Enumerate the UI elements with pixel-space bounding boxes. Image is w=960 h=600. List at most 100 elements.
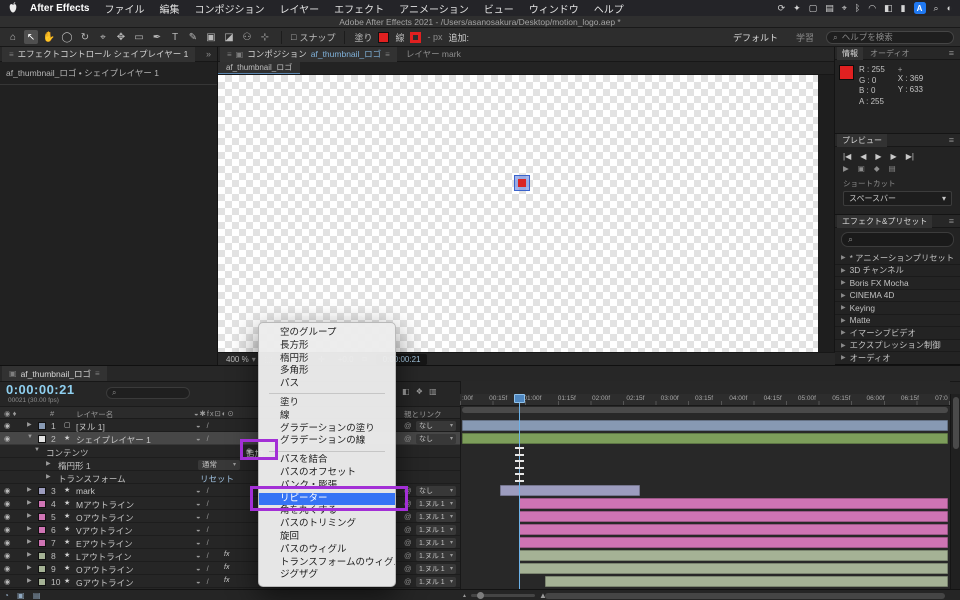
label-color-chip[interactable]	[38, 513, 46, 521]
label-color-chip[interactable]	[38, 552, 46, 560]
menu-item[interactable]: 塗り	[259, 397, 395, 410]
eye-icon[interactable]: ◉	[4, 512, 11, 521]
current-timecode[interactable]: 0:00:00:21	[6, 382, 75, 397]
twirl-icon[interactable]: ▶	[46, 473, 51, 480]
scrollbar-thumb[interactable]	[953, 397, 959, 449]
menu-item[interactable]: パスのトリミング	[259, 518, 395, 531]
preview-option-icon[interactable]: ◆	[874, 164, 880, 173]
menu-item[interactable]: グラデーションの塗り	[259, 423, 395, 436]
tab-timeline-comp[interactable]: ▣ af_thumbnail_ロゴ ≡	[2, 366, 107, 381]
parent-dropdown[interactable]: なし ▾	[416, 485, 456, 496]
preset-category[interactable]: ▶ CINEMA 4D	[835, 290, 960, 302]
eye-icon[interactable]: ◉	[4, 538, 11, 547]
fill-color-swatch[interactable]	[378, 31, 390, 43]
layer-switches[interactable]: ◒ /	[196, 512, 211, 521]
menu-item[interactable]: パス	[259, 378, 395, 391]
preset-category[interactable]: ▶ Boris FX Mocha	[835, 277, 960, 290]
menu-item[interactable]: パスを結合	[259, 454, 395, 467]
transport-button[interactable]: ▶|	[906, 152, 914, 161]
twirl-icon[interactable]: ▶	[841, 254, 846, 261]
layer-duration-bar[interactable]	[462, 420, 948, 431]
twirl-icon[interactable]: ▶	[841, 304, 846, 311]
layer-name[interactable]: Oアウトライン	[76, 564, 134, 576]
twirl-icon[interactable]: ▶	[27, 577, 32, 584]
label-color-chip[interactable]	[38, 526, 46, 534]
menubar-item[interactable]: ファイル	[104, 1, 144, 16]
toolbar-tool-icon[interactable]: ⌖	[96, 30, 110, 44]
preview-option-icon[interactable]: ▶	[843, 164, 849, 173]
tab-audio[interactable]: オーディオ	[865, 47, 914, 60]
label-color-chip[interactable]	[38, 539, 46, 547]
layer-switches[interactable]: ◒ /	[196, 564, 211, 573]
workspace-default[interactable]: デフォルト	[733, 31, 778, 44]
transport-button[interactable]: |◀	[843, 152, 851, 161]
eye-icon[interactable]: ◉	[4, 577, 11, 586]
preset-category[interactable]: ▶ オーディオ	[835, 352, 960, 365]
menu-item[interactable]: 線	[259, 410, 395, 423]
label-color-chip[interactable]	[38, 565, 46, 573]
parent-pickwhip-icon[interactable]: @	[404, 551, 412, 560]
eye-icon[interactable]: ◉	[4, 434, 11, 443]
twirl-icon[interactable]: ▶	[841, 342, 846, 349]
parent-pickwhip-icon[interactable]: @	[404, 538, 412, 547]
snap-toggle[interactable]: □ スナップ	[291, 31, 335, 44]
menu-item[interactable]: ジグザグ	[259, 569, 395, 582]
parent-pickwhip-icon[interactable]: @	[404, 525, 412, 534]
twirl-icon[interactable]: ▶	[46, 460, 51, 467]
status-icon[interactable]: ▤	[825, 3, 834, 14]
status-icon[interactable]: ◐	[947, 3, 952, 13]
menubar-item[interactable]: レイヤー	[279, 1, 319, 16]
layer-switches[interactable]: ◒ /	[196, 434, 211, 443]
twirl-icon[interactable]: ▶	[841, 267, 846, 274]
status-icon[interactable]: ▮	[901, 3, 906, 14]
menu-item[interactable]: 旋回	[259, 531, 395, 544]
stroke-width-value[interactable]: - px	[427, 32, 442, 42]
preset-category[interactable]: ▶ エクスプレッション制御	[835, 340, 960, 352]
add-label[interactable]: 追加:	[449, 31, 470, 44]
menu-item[interactable]: 楕円形	[259, 353, 395, 366]
timeline-zoom-control[interactable]: ▲ ▲	[462, 591, 547, 600]
layer-duration-bar[interactable]	[462, 433, 948, 444]
status-icon[interactable]: ⌖	[842, 3, 847, 14]
label-color-chip[interactable]	[38, 422, 46, 430]
tab-info[interactable]: 情報	[837, 46, 863, 60]
status-icon[interactable]: ◧	[884, 3, 893, 14]
input-source-badge[interactable]: A	[913, 2, 926, 14]
menubar-item[interactable]: 編集	[159, 1, 179, 16]
status-icon[interactable]: ◠	[868, 3, 876, 14]
toolbar-tool-icon[interactable]: ◯	[60, 30, 74, 44]
toolbar-tool-icon[interactable]: ✒	[150, 30, 164, 44]
blend-mode-dropdown[interactable]: 通常 ▾	[198, 459, 240, 470]
status-icon[interactable]: ✦	[793, 3, 801, 14]
time-ruler[interactable]: :00f 00:15f 01:00f 01:15f 02:00f 02:15f 03:00f…	[460, 394, 950, 406]
tab-effects-presets[interactable]: エフェクト&プリセット	[837, 214, 933, 228]
label-color-chip[interactable]	[38, 500, 46, 508]
twirl-icon[interactable]: ▶	[27, 551, 32, 558]
transport-button[interactable]: ◀	[860, 152, 866, 161]
panel-menu-icon[interactable]: ≡	[949, 48, 958, 58]
shortcut-dropdown[interactable]: スペースバー ▾	[843, 191, 952, 206]
magnification-dropdown[interactable]: 400 % ▾	[226, 355, 256, 364]
twirl-icon[interactable]: ▶	[841, 317, 846, 324]
menu-item[interactable]: トランスフォームのウィグル	[259, 557, 395, 570]
twirl-icon[interactable]: ▶	[841, 354, 846, 361]
label-color-chip[interactable]	[38, 487, 46, 495]
eye-icon[interactable]: ◉	[4, 525, 11, 534]
menu-item[interactable]: 多角形	[259, 365, 395, 378]
twirl-icon[interactable]: ▶	[841, 279, 846, 286]
parent-dropdown[interactable]: 1.ヌル 1 ▾	[416, 498, 456, 509]
toolbar-tool-icon[interactable]: ▣	[204, 30, 218, 44]
preset-category[interactable]: ▶ * アニメーションプリセット	[835, 252, 960, 265]
menubar-item[interactable]: コンポジション	[194, 1, 264, 16]
layer-switches[interactable]: ◒ /	[196, 577, 211, 586]
transport-button[interactable]: ▶	[875, 152, 881, 161]
menubar-item[interactable]: アニメーション	[399, 1, 469, 16]
tab-layer-viewer[interactable]: レイヤー mark	[399, 47, 468, 62]
layer-switches[interactable]: ◒ /	[196, 551, 211, 560]
timeline-vertical-scrollbar[interactable]	[950, 394, 960, 589]
menubar-item[interactable]: ウィンドウ	[529, 1, 579, 16]
toolbar-tool-icon[interactable]: ⌂	[6, 30, 20, 44]
twirl-icon[interactable]: ▶	[27, 486, 32, 493]
label-color-chip[interactable]	[38, 435, 46, 443]
parent-dropdown[interactable]: なし ▾	[416, 420, 456, 431]
